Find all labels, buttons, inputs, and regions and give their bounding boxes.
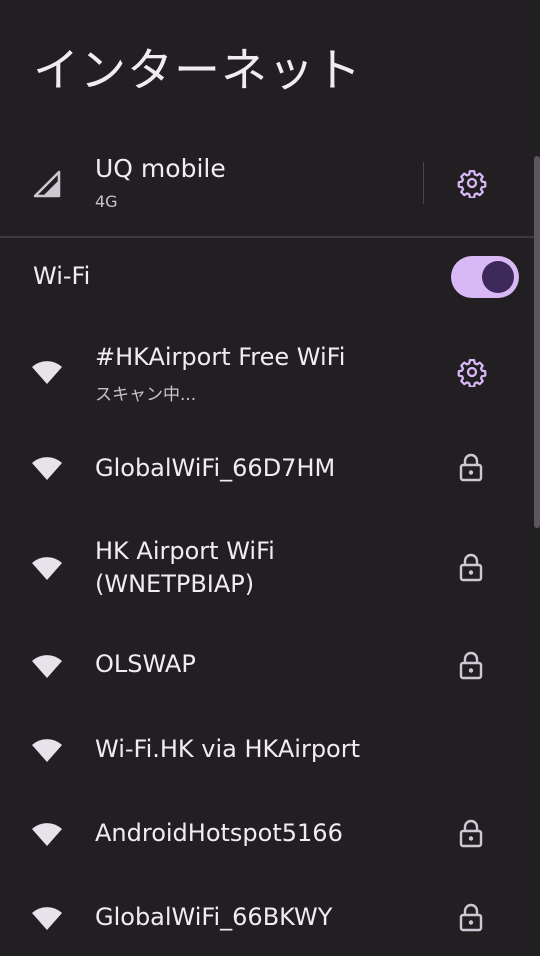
- network-name: #HKAirport Free WiFi: [95, 343, 346, 371]
- lock-icon: [459, 651, 483, 680]
- network-item[interactable]: #HKAirport Free WiFi スキャン中...: [0, 330, 540, 416]
- gear-icon: [457, 359, 487, 387]
- network-item[interactable]: GlobalWiFi_66BKWY: [0, 880, 540, 956]
- scrollbar[interactable]: [534, 156, 540, 528]
- network-item[interactable]: Wi-Fi.HK via HKAirport: [0, 712, 540, 788]
- page-title: インターネット: [33, 43, 362, 97]
- network-item[interactable]: HK Airport WiFi (WNETPBIAP): [0, 520, 540, 620]
- wifi-toggle-row[interactable]: Wi-Fi: [0, 238, 540, 316]
- wifi-icon: [32, 361, 62, 384]
- carrier-name: UQ mobile: [95, 154, 226, 183]
- signal-icon: [33, 170, 61, 198]
- network-name-line2: (WNETPBIAP): [95, 570, 255, 598]
- network-item[interactable]: GlobalWiFi_66D7HM: [0, 430, 540, 506]
- wifi-toggle-switch[interactable]: [451, 256, 519, 298]
- wifi-icon: [32, 557, 62, 580]
- network-name: OLSWAP: [95, 650, 196, 678]
- network-name: Wi-Fi.HK via HKAirport: [95, 735, 361, 763]
- network-name: GlobalWiFi_66D7HM: [95, 454, 336, 482]
- wifi-icon: [32, 457, 62, 480]
- internet-settings-screen: インターネット UQ mobile 4G Wi-Fi #HKAirport Fr…: [0, 0, 540, 956]
- gear-icon: [457, 170, 487, 198]
- lock-icon: [459, 903, 483, 932]
- carrier-row[interactable]: UQ mobile 4G: [0, 140, 540, 236]
- wifi-label: Wi-Fi: [33, 262, 91, 290]
- network-settings-button[interactable]: [456, 356, 488, 388]
- carrier-network-type: 4G: [95, 192, 118, 211]
- wifi-icon: [32, 907, 62, 930]
- divider: [423, 162, 424, 204]
- wifi-icon: [32, 823, 62, 846]
- network-name: GlobalWiFi_66BKWY: [95, 903, 333, 931]
- wifi-icon: [32, 739, 62, 762]
- carrier-settings-button[interactable]: [456, 167, 488, 199]
- network-name: AndroidHotspot5166: [95, 819, 343, 847]
- lock-icon: [459, 819, 483, 848]
- toggle-knob: [482, 261, 514, 293]
- lock-icon: [459, 453, 483, 482]
- wifi-icon: [32, 655, 62, 678]
- lock-icon: [459, 553, 483, 582]
- network-status: スキャン中...: [95, 385, 197, 405]
- network-name-line1: HK Airport WiFi: [95, 537, 275, 565]
- network-item[interactable]: AndroidHotspot5166: [0, 796, 540, 872]
- network-item[interactable]: OLSWAP: [0, 628, 540, 704]
